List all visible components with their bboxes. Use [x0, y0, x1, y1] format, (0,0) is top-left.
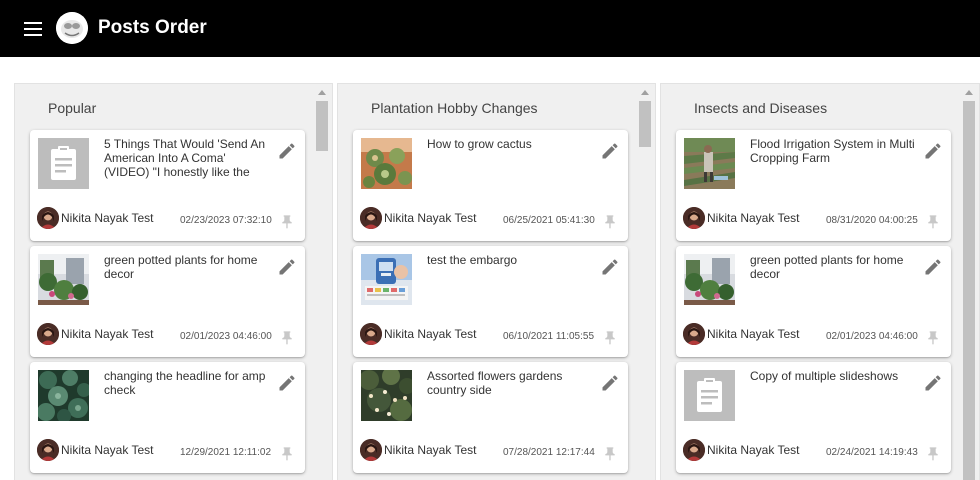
- post-title: How to grow cactus: [427, 137, 532, 151]
- column-plantation-hobby-changes: Plantation Hobby Changes How to grow cac…: [337, 83, 656, 480]
- post-title: Copy of multiple slideshows: [750, 369, 899, 383]
- edit-icon[interactable]: [277, 141, 297, 161]
- post-card[interactable]: changing the headline for amp check Niki…: [30, 362, 305, 473]
- flower-garden-photo: [361, 370, 412, 421]
- farm-irrigation-photo: [684, 138, 735, 189]
- post-title: test the embargo: [427, 253, 518, 267]
- pin-icon[interactable]: [602, 330, 618, 346]
- scroll-thumb[interactable]: [316, 101, 328, 151]
- edit-icon[interactable]: [923, 373, 943, 393]
- pin-icon[interactable]: [925, 214, 941, 230]
- clipboard-placeholder-icon: [38, 138, 89, 189]
- post-card[interactable]: test the embargo Nikita Nayak Test 06/10…: [353, 246, 628, 357]
- edit-icon[interactable]: [277, 373, 297, 393]
- column-scrollbar[interactable]: [639, 90, 651, 480]
- clipboard-placeholder-icon: [684, 370, 735, 421]
- post-date: 02/24/2021 14:19:43: [826, 447, 918, 458]
- post-author: Nikita Nayak Test: [707, 327, 800, 341]
- avatar: [360, 439, 382, 461]
- post-date: 02/23/2023 07:32:10: [180, 215, 272, 226]
- post-card[interactable]: green potted plants for home decor Nikit…: [30, 246, 305, 357]
- app-logo: [56, 12, 88, 44]
- post-author: Nikita Nayak Test: [61, 443, 154, 457]
- post-card[interactable]: How to grow cactus Nikita Nayak Test 06/…: [353, 130, 628, 241]
- column-popular: Popular 5 Things That Would 'Send An Ame…: [14, 83, 333, 480]
- column-scrollbar[interactable]: [316, 90, 328, 480]
- post-author: Nikita Nayak Test: [61, 211, 154, 225]
- pin-icon[interactable]: [602, 446, 618, 462]
- avatar: [360, 323, 382, 345]
- scroll-thumb[interactable]: [963, 101, 975, 480]
- potted-plants-photo: [38, 254, 89, 305]
- post-date: 12/29/2021 12:11:02: [180, 447, 272, 458]
- post-card[interactable]: Flood Irrigation System in Multi Croppin…: [676, 130, 951, 241]
- potted-plants-photo: [684, 254, 735, 305]
- post-author: Nikita Nayak Test: [384, 327, 477, 341]
- edit-icon[interactable]: [923, 141, 943, 161]
- pin-icon[interactable]: [602, 214, 618, 230]
- post-author: Nikita Nayak Test: [384, 443, 477, 457]
- post-title: 5 Things That Would 'Send An American In…: [104, 137, 266, 179]
- post-author: Nikita Nayak Test: [384, 211, 477, 225]
- post-author: Nikita Nayak Test: [61, 327, 154, 341]
- edit-icon[interactable]: [600, 257, 620, 277]
- scroll-thumb[interactable]: [639, 101, 651, 147]
- avatar: [37, 207, 59, 229]
- scroll-up-arrow-icon[interactable]: [965, 90, 973, 95]
- column-title: Insects and Diseases: [694, 100, 828, 116]
- cactus-photo: [361, 138, 412, 189]
- edit-icon[interactable]: [600, 141, 620, 161]
- post-date: 06/25/2021 05:41:30: [503, 215, 595, 226]
- column-scrollbar[interactable]: [963, 90, 975, 480]
- edit-icon[interactable]: [923, 257, 943, 277]
- post-card[interactable]: Assorted flowers gardens country side Ni…: [353, 362, 628, 473]
- post-title: Flood Irrigation System in Multi Croppin…: [750, 137, 915, 165]
- avatar: [37, 439, 59, 461]
- post-date: 08/31/2020 04:00:25: [826, 215, 918, 226]
- avatar: [683, 439, 705, 461]
- post-date: 06/10/2021 11:05:55: [503, 331, 595, 342]
- avatar: [37, 323, 59, 345]
- scroll-up-arrow-icon[interactable]: [641, 90, 649, 95]
- post-date: 02/01/2023 04:46:00: [826, 331, 918, 342]
- avatar: [360, 207, 382, 229]
- pin-icon[interactable]: [925, 446, 941, 462]
- app-bar: Posts Order: [0, 0, 980, 57]
- pin-icon[interactable]: [925, 330, 941, 346]
- post-date: 07/28/2021 12:17:44: [503, 447, 595, 458]
- post-author: Nikita Nayak Test: [707, 211, 800, 225]
- post-card[interactable]: green potted plants for home decor Nikit…: [676, 246, 951, 357]
- column-insects-and-diseases: Insects and Diseases Flood Irrigation Sy…: [660, 83, 980, 480]
- post-author: Nikita Nayak Test: [707, 443, 800, 457]
- post-card[interactable]: Copy of multiple slideshows Nikita Nayak…: [676, 362, 951, 473]
- post-title: Assorted flowers gardens country side: [427, 369, 563, 397]
- scroll-up-arrow-icon[interactable]: [318, 90, 326, 95]
- pin-icon[interactable]: [279, 330, 295, 346]
- avatar: [683, 207, 705, 229]
- pin-icon[interactable]: [279, 214, 295, 230]
- edit-icon[interactable]: [600, 373, 620, 393]
- post-title: green potted plants for home decor: [104, 253, 258, 281]
- menu-icon[interactable]: [22, 17, 46, 41]
- column-title: Plantation Hobby Changes: [371, 100, 538, 116]
- post-card[interactable]: 5 Things That Would 'Send An American In…: [30, 130, 305, 241]
- glucose-meter-photo: [361, 254, 412, 305]
- page-title: Posts Order: [98, 17, 207, 38]
- avatar: [683, 323, 705, 345]
- post-title: changing the headline for amp check: [104, 369, 266, 397]
- column-title: Popular: [48, 100, 97, 116]
- pin-icon[interactable]: [279, 446, 295, 462]
- post-title: green potted plants for home decor: [750, 253, 904, 281]
- post-date: 02/01/2023 04:46:00: [180, 331, 272, 342]
- edit-icon[interactable]: [277, 257, 297, 277]
- succulents-photo: [38, 370, 89, 421]
